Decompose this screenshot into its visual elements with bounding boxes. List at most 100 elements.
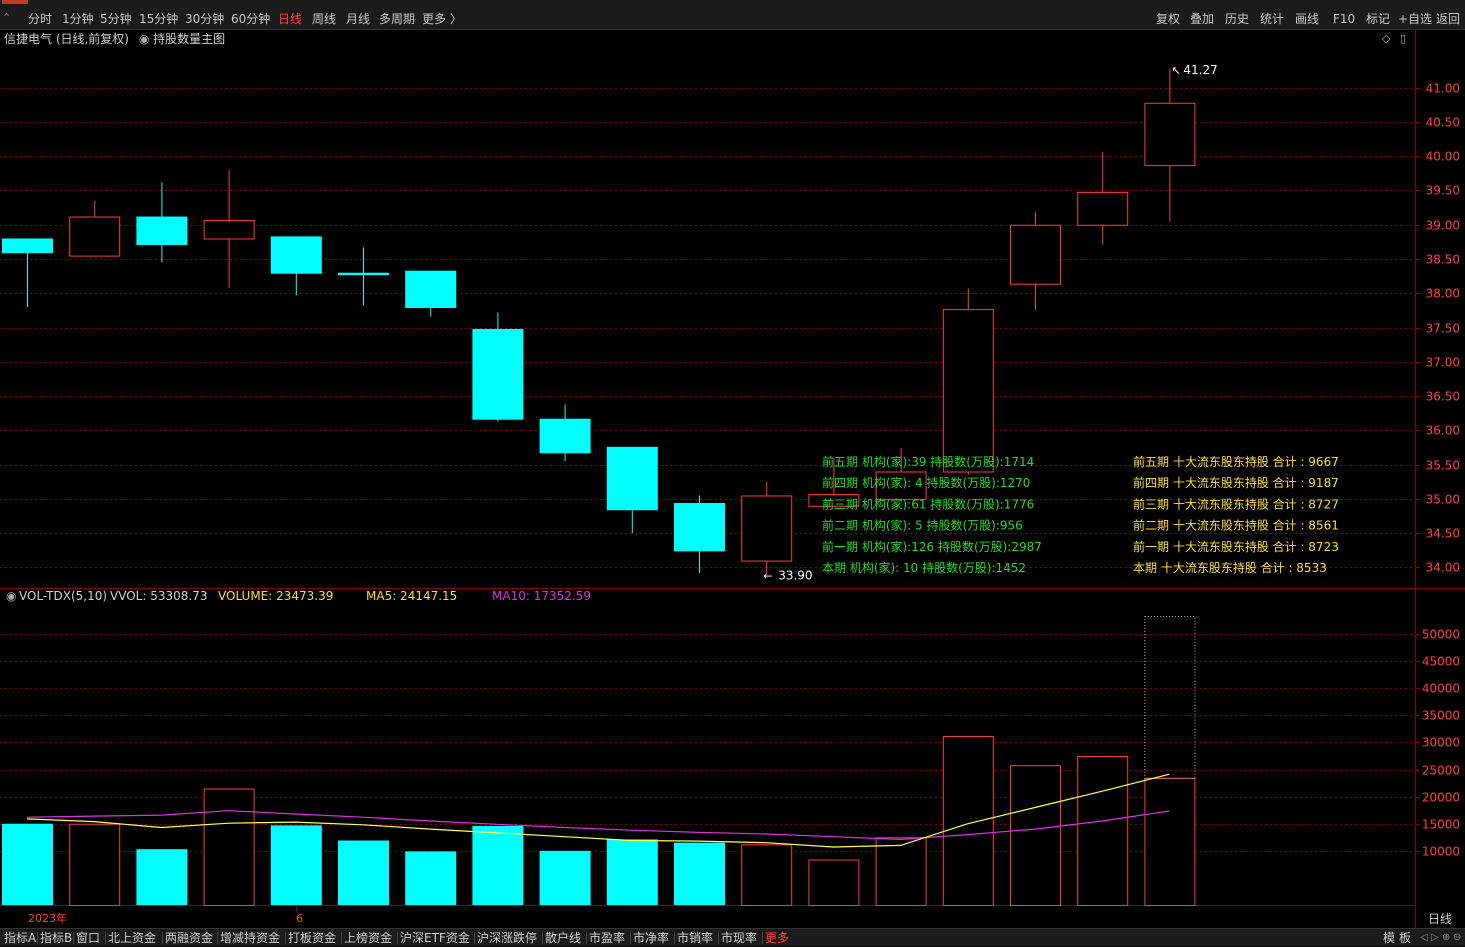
volume-tick-label: 20000 (1422, 791, 1460, 805)
zoom-in-icon[interactable]: ⊕ (1442, 929, 1450, 947)
candle-body-up[interactable] (1144, 102, 1196, 167)
candle-body-up[interactable] (1010, 224, 1061, 285)
tab-pcf-ratio[interactable]: 市现率 (721, 929, 757, 947)
tab-limit-up-funds[interactable]: 打板资金 (288, 929, 336, 947)
f10-button[interactable]: F10 (1333, 10, 1355, 28)
history-button[interactable]: 历史 (1225, 10, 1249, 28)
volume-bar-down[interactable] (674, 842, 725, 905)
volume-bar-down[interactable] (2, 823, 53, 905)
scroll-right-icon[interactable]: ▷ (1431, 929, 1439, 947)
volume-bar-up[interactable] (808, 859, 860, 906)
tab-separator (285, 932, 286, 944)
top-holder-line: 本期 十大流东股东持股 合计 : 8533 (1133, 560, 1327, 575)
candle-body-up[interactable] (942, 309, 994, 473)
volume-tick-label: 35000 (1422, 709, 1460, 723)
volume-bar-down[interactable] (472, 825, 524, 905)
tab-window[interactable]: 窗口 (76, 929, 100, 947)
add-favorite-button[interactable]: +自选 (1398, 10, 1432, 28)
low-marker-arrow: ← (763, 569, 772, 582)
template-button[interactable]: 模 (1383, 929, 1395, 947)
period-tab-15min[interactable]: 15分钟 (139, 10, 178, 28)
candle-body-down[interactable] (606, 446, 658, 511)
tab-retail-line[interactable]: 散户线 (545, 929, 581, 947)
back-button[interactable]: 返回 (1436, 10, 1460, 28)
candle-body-up[interactable] (203, 219, 255, 240)
period-tab-more[interactable]: 更多 〉 (422, 10, 462, 28)
tab-ps-ratio[interactable]: 市销率 (677, 929, 713, 947)
period-tab-multi[interactable]: 多周期 (379, 10, 415, 28)
tab-margin-funds[interactable]: 两融资金 (165, 929, 213, 947)
candle-body-down[interactable] (136, 216, 188, 245)
board-button[interactable]: 板 (1399, 929, 1411, 947)
volume-bar-down[interactable] (405, 851, 457, 905)
tab-pe-ratio[interactable]: 市盈率 (589, 929, 625, 947)
overlay-button[interactable]: 叠加 (1190, 10, 1214, 28)
volume-bar-up[interactable] (1077, 756, 1129, 906)
x-axis-month-label: 6 (296, 912, 303, 925)
tab-northbound-funds[interactable]: 北上资金 (108, 929, 156, 947)
volume-bar-up[interactable] (1010, 765, 1061, 907)
volume-bar-up[interactable] (1144, 777, 1196, 906)
fuquan-button[interactable]: 复权 (1156, 10, 1180, 28)
candle-body-up[interactable] (69, 216, 121, 257)
tab-separator (718, 932, 719, 944)
tab-separator (630, 932, 631, 944)
draw-line-button[interactable]: 画线 (1295, 10, 1319, 28)
tab-separator (73, 932, 74, 944)
candle-body-down[interactable] (2, 238, 53, 254)
tab-separator (217, 932, 218, 944)
tab-etf-funds[interactable]: 沪深ETF资金 (400, 929, 470, 947)
tab-indicator-a[interactable]: 指标A (4, 929, 36, 947)
tab-separator (474, 932, 475, 944)
volume-indicator-icon: ◉ (6, 589, 16, 603)
price-tick-label: 35.00 (1426, 493, 1460, 507)
period-tab-fenshi[interactable]: 分时 (28, 10, 52, 28)
zoom-out-icon[interactable]: ⊖ (1453, 929, 1461, 947)
period-tab-5min[interactable]: 5分钟 (100, 10, 132, 28)
ma10-label: MA10: 17352.59 (492, 589, 591, 603)
price-tick-label: 39.00 (1426, 219, 1460, 233)
candle-body-down[interactable] (405, 270, 457, 309)
volume-bar-down[interactable] (539, 850, 591, 905)
volume-bar-down[interactable] (270, 825, 322, 905)
period-tab-60min[interactable]: 60分钟 (231, 10, 270, 28)
volume-bar-up[interactable] (741, 844, 793, 906)
period-tab-weekly[interactable]: 周线 (312, 10, 336, 28)
candle-body-down[interactable] (270, 236, 322, 274)
candle-body-up[interactable] (741, 495, 793, 562)
tab-top-list-funds[interactable]: 上榜资金 (344, 929, 392, 947)
volume-label: VOLUME: 23473.39 (218, 589, 333, 603)
candle-body-down[interactable] (674, 503, 725, 552)
volume-bar-up[interactable] (875, 837, 927, 906)
tab-limit-stats[interactable]: 沪深涨跌停 (477, 929, 537, 947)
tab-more[interactable]: 更多 (765, 929, 789, 947)
tab-shareholding-change-funds[interactable]: 增减持资金 (220, 929, 280, 947)
tab-pb-ratio[interactable]: 市净率 (633, 929, 669, 947)
top-holder-line: 前五期 十大流东股东持股 合计 : 9667 (1133, 454, 1339, 469)
volume-bar-up[interactable] (942, 735, 994, 906)
tab-indicator-b[interactable]: 指标B (40, 929, 72, 947)
scroll-left-icon[interactable]: ◁ (1420, 929, 1428, 947)
period-tab-30min[interactable]: 30分钟 (185, 10, 224, 28)
volume-bar-down[interactable] (136, 849, 188, 905)
candle-body-down[interactable] (539, 418, 591, 454)
volume-bar-up[interactable] (203, 788, 255, 906)
period-tab-monthly[interactable]: 月线 (346, 10, 370, 28)
period-tab-1min[interactable]: 1分钟 (62, 10, 94, 28)
app-logo (2, 0, 28, 4)
mark-button[interactable]: 标记 (1366, 10, 1390, 28)
candle-body-down[interactable] (472, 328, 524, 420)
period-axis-label: 日线 (1428, 912, 1452, 926)
price-tick-label: 40.50 (1426, 116, 1460, 130)
candle-body-down[interactable] (338, 272, 389, 276)
volume-tick-label: 30000 (1422, 736, 1460, 750)
period-tab-daily[interactable]: 日线 (278, 10, 302, 28)
volume-bar-down[interactable] (338, 840, 389, 905)
candle-body-up[interactable] (1077, 191, 1129, 226)
statistics-button[interactable]: 统计 (1260, 10, 1284, 28)
tab-separator (542, 932, 543, 944)
volume-bar-up[interactable] (69, 823, 121, 907)
volume-bar-down[interactable] (606, 839, 658, 905)
vvol-outline (1144, 616, 1196, 779)
toolbar-menu-icon[interactable]: ⌃ (2, 11, 11, 24)
